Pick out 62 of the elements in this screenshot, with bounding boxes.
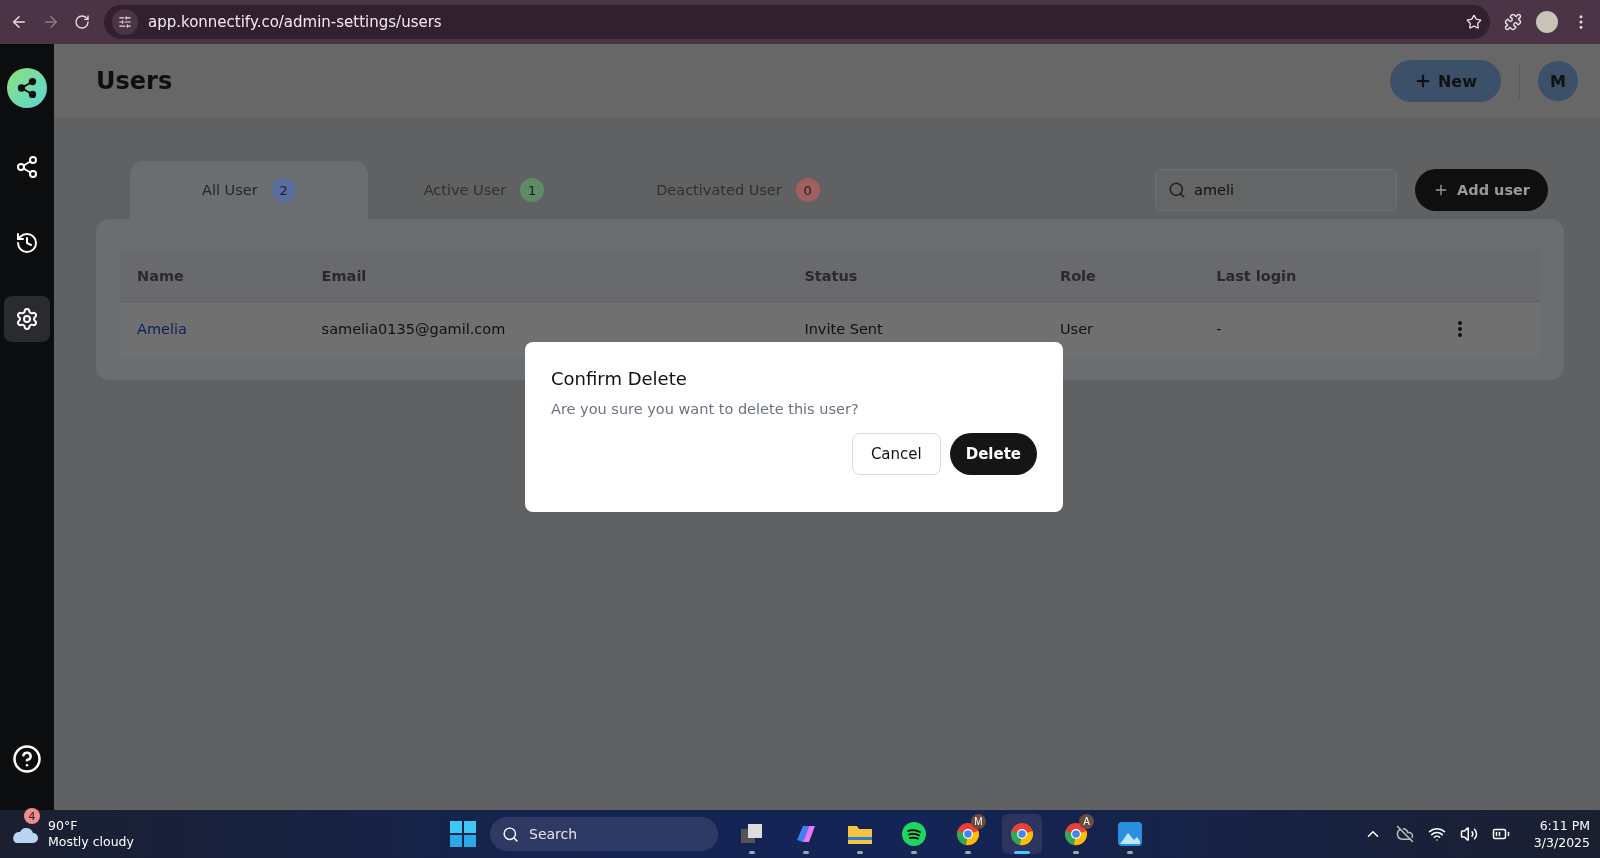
forward-icon[interactable]: [42, 13, 60, 31]
history-icon: [15, 231, 39, 255]
dialog-title: Confirm Delete: [551, 368, 688, 389]
star-icon[interactable]: [1466, 14, 1482, 30]
windows-icon: [740, 823, 764, 845]
photos-icon: [1118, 822, 1142, 846]
count-badge: 1: [520, 178, 545, 202]
table-cell: User: [1043, 301, 1200, 356]
column-header: Role: [1043, 251, 1200, 302]
column-header: Name: [120, 251, 305, 302]
taskbar-app[interactable]: A: [1056, 814, 1096, 854]
table-cell: -: [1199, 301, 1441, 356]
clock-date: 3/3/2025: [1533, 834, 1590, 851]
taskbar-app[interactable]: M: [948, 814, 988, 854]
count-badge: 0: [795, 178, 820, 202]
notification-badge: 4: [24, 808, 40, 824]
account-badge: A: [1079, 814, 1094, 829]
taskbar-app[interactable]: [1002, 814, 1042, 854]
search-icon: [502, 825, 519, 843]
url-text: app.konnectify.co/admin-settings/users: [148, 13, 443, 31]
kebab-icon: [1457, 321, 1462, 337]
help-icon[interactable]: [12, 744, 42, 774]
temperature-text: 90°F: [48, 818, 79, 834]
tab[interactable]: All User 2: [130, 161, 368, 219]
cancel-button[interactable]: Cancel: [851, 433, 941, 475]
folder-icon: [847, 823, 873, 845]
wifi-icon[interactable]: [1427, 825, 1446, 843]
address-bar[interactable]: app.konnectify.co/admin-settings/users: [104, 5, 1490, 39]
dialog-message: Are you sure you want to delete this user?: [551, 401, 860, 417]
share-icon: [15, 155, 39, 179]
cloud-off-icon[interactable]: [1395, 825, 1414, 843]
user-search-input[interactable]: ameli: [1194, 182, 1345, 198]
browser-icon: [1010, 822, 1034, 846]
back-icon[interactable]: [10, 13, 28, 31]
page-title: Users: [96, 67, 174, 95]
reload-icon[interactable]: [74, 14, 90, 30]
extensions-icon[interactable]: [1504, 13, 1522, 31]
spotify-icon: [902, 822, 926, 846]
windows-logo-icon[interactable]: [450, 821, 476, 847]
user-avatar[interactable]: M: [1538, 61, 1578, 101]
column-header: Last login: [1199, 251, 1441, 302]
weather-text: Mostly cloudy: [48, 834, 134, 850]
site-settings-icon[interactable]: [118, 15, 132, 29]
clock-time: 6:11 PM: [1539, 817, 1590, 834]
taskbar-search-box[interactable]: Search: [490, 817, 718, 851]
column-header: Email: [304, 251, 788, 302]
user-name-link[interactable]: Amelia: [120, 301, 305, 356]
column-header: Status: [787, 251, 1043, 302]
settings-icon: [15, 307, 39, 331]
count-badge: 2: [271, 178, 296, 202]
row-menu-button[interactable]: [1457, 321, 1462, 337]
volume-icon[interactable]: [1459, 825, 1478, 843]
taskbar-search-input[interactable]: Search: [527, 825, 671, 843]
profile-avatar[interactable]: [1536, 11, 1558, 33]
logo-icon[interactable]: [7, 68, 47, 108]
add-user-button[interactable]: Add user: [1415, 169, 1548, 211]
user-search-box[interactable]: ameli: [1155, 169, 1398, 211]
account-badge: M: [971, 814, 986, 829]
delete-button[interactable]: Delete: [949, 433, 1037, 475]
new-button[interactable]: New: [1389, 60, 1501, 102]
search-icon: [1168, 181, 1187, 199]
sidebar-item[interactable]: [4, 296, 50, 342]
